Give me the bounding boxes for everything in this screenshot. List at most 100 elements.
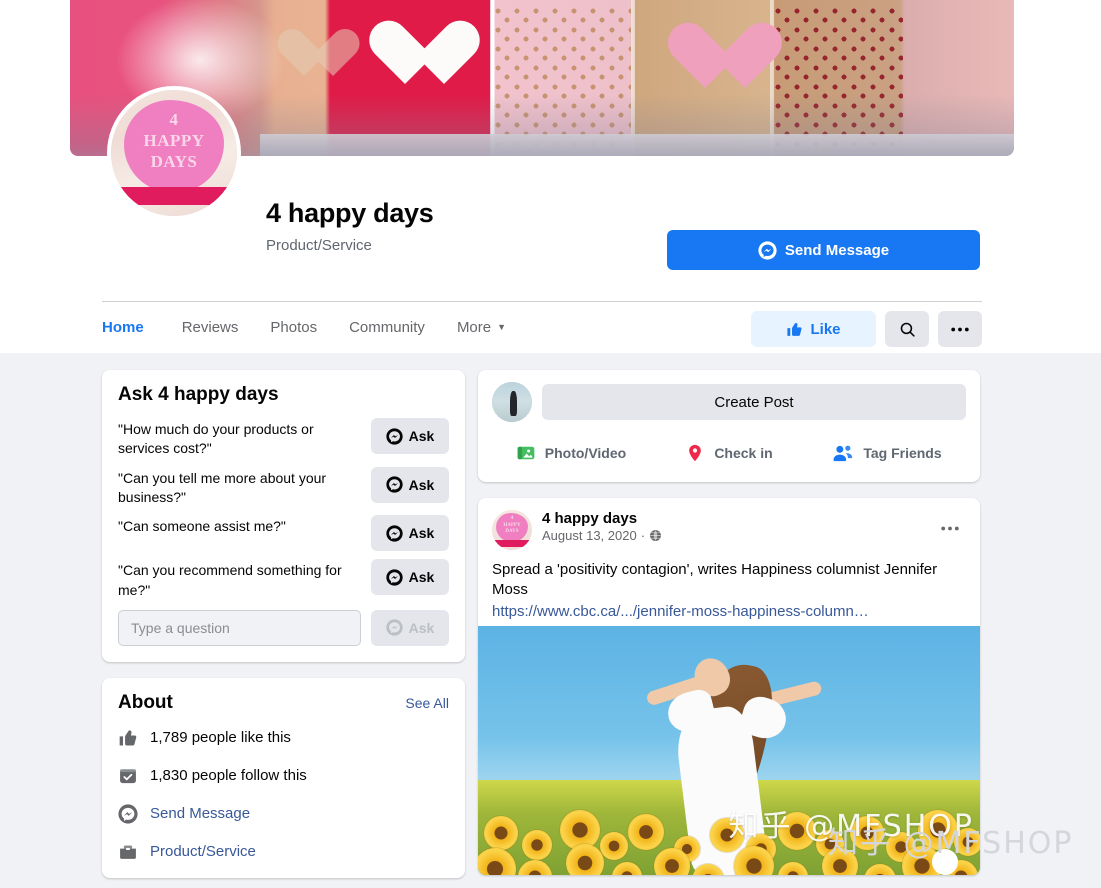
ask-question-text: "Can someone assist me?": [118, 518, 286, 535]
tab-photos[interactable]: Photos: [254, 302, 333, 352]
ask-question-row: "Can you recommend something for me?" As…: [118, 559, 449, 600]
chevron-down-icon: ▼: [497, 322, 507, 332]
profile-avatar-line2: HAPPY: [143, 130, 205, 150]
user-avatar[interactable]: [492, 382, 532, 422]
ask-question-row: "Can someone assist me?" Ask: [118, 515, 449, 552]
create-post-actions: Photo/Video Check in Tag Friends: [492, 434, 966, 472]
page-category: Product/Service: [266, 237, 372, 254]
sunflower-icon: [600, 831, 628, 860]
about-row-category[interactable]: Product/Service: [118, 842, 449, 862]
sunflower-icon: [566, 843, 604, 875]
right-column: Create Post Photo/Video Check in Tag Fri…: [478, 370, 980, 875]
header-actions: Like: [751, 311, 982, 347]
ask-question-row: "How much do your products or services c…: [118, 418, 449, 459]
page-tabs: Home Reviews Photos Community More ▼: [102, 302, 522, 606]
ask-submit-button[interactable]: Ask: [371, 609, 449, 646]
ask-question-input[interactable]: [118, 609, 361, 646]
tab-more-label: More: [456, 318, 492, 336]
sunflower-icon: [478, 847, 516, 875]
tab-home[interactable]: Home: [102, 302, 176, 606]
messenger-icon: [386, 569, 403, 586]
page-header: 4 HAPPY DAYS 4 happy days Product/Servic…: [0, 0, 1101, 606]
post-avatar-line3: DAYS: [505, 529, 519, 535]
search-button[interactable]: [885, 311, 929, 347]
about-row-likes: 1,789 people like this: [118, 728, 449, 748]
tag-friends-button[interactable]: Tag Friends: [808, 434, 966, 472]
ask-button-label: Ask: [408, 569, 435, 586]
ask-question-text: "Can you tell me more about your busines…: [118, 469, 327, 505]
ask-button-label: Ask: [408, 428, 435, 444]
tab-more[interactable]: More ▼: [441, 302, 522, 352]
about-category-link[interactable]: Product/Service: [150, 843, 256, 860]
ask-card-title: Ask 4 happy days: [118, 384, 279, 405]
messenger-icon: [758, 240, 777, 260]
about-card-title: About: [118, 691, 173, 713]
check-in-button[interactable]: Check in: [650, 434, 808, 472]
about-row-send-message[interactable]: Send Message: [118, 804, 449, 824]
about-row-follows: 1,830 people follow this: [118, 766, 449, 786]
page-title: 4 happy days: [266, 198, 434, 228]
post-card: 4 HAPPY DAYS 4 happy days August 13, 202…: [478, 498, 980, 875]
post-meta: August 13, 2020 ·: [542, 528, 662, 543]
photo-video-button[interactable]: Photo/Video: [492, 434, 650, 472]
about-see-all-link[interactable]: See All: [405, 695, 449, 711]
tag-friends-icon: [832, 443, 854, 463]
post-body: Spread a 'positivity contagion', writes …: [478, 550, 980, 626]
tab-photos-label: Photos: [270, 318, 318, 336]
post-options-button[interactable]: [934, 512, 966, 544]
ask-button-label: Ask: [408, 476, 435, 493]
ask-button-label: Ask: [408, 525, 435, 542]
ask-button[interactable]: Ask: [371, 515, 449, 552]
post-link[interactable]: https://www.cbc.ca/.../jennifer-moss-hap…: [492, 603, 966, 620]
photo-video-label: Photo/Video: [544, 445, 627, 461]
briefcase-icon: [118, 842, 138, 862]
post-text: Spread a 'positivity contagion', writes …: [492, 561, 938, 599]
ask-question-text: "How much do your products or services c…: [118, 421, 314, 457]
post-meta-separator: ·: [640, 528, 646, 543]
ask-button[interactable]: Ask: [371, 466, 449, 503]
messenger-icon: [386, 619, 403, 637]
about-send-message-link[interactable]: Send Message: [150, 805, 250, 822]
check-in-icon: [685, 443, 705, 463]
sunflower-icon: [612, 861, 642, 875]
check-in-label: Check in: [714, 445, 773, 461]
post-author-avatar-stripe: [492, 540, 532, 547]
send-message-button[interactable]: Send Message: [667, 230, 980, 270]
thumbs-up-icon: [786, 321, 803, 338]
messenger-icon: [386, 476, 403, 493]
ask-question-text: "Can you recommend something for me?": [118, 562, 342, 598]
globe-icon: [649, 529, 662, 542]
photo-video-icon: [516, 443, 536, 463]
messenger-icon: [386, 525, 403, 542]
profile-avatar-stripe: [111, 187, 237, 205]
page-more-options-button[interactable]: [938, 311, 982, 347]
tab-community[interactable]: Community: [333, 302, 441, 352]
user-avatar-figure: [509, 390, 517, 416]
like-button[interactable]: Like: [751, 311, 876, 347]
sunflower-icon: [778, 861, 808, 875]
about-follows-text: 1,830 people follow this: [150, 767, 307, 785]
follow-icon: [118, 766, 138, 786]
tab-reviews[interactable]: Reviews: [166, 302, 255, 352]
post-image[interactable]: 知乎 @MFSHOP: [478, 625, 980, 875]
post-image-bottom-dot: [932, 848, 958, 875]
profile-avatar-line3: DAYS: [150, 151, 198, 171]
thumbs-up-icon: [118, 728, 138, 748]
about-card-header: About See All: [118, 692, 449, 714]
post-image-watermark: 知乎 @MFSHOP: [728, 808, 974, 844]
search-icon: [899, 321, 916, 338]
post-author-name[interactable]: 4 happy days: [542, 510, 662, 527]
ask-button[interactable]: Ask: [371, 559, 449, 596]
profile-avatar-text: 4 HAPPY DAYS: [111, 110, 237, 172]
create-post-card: Create Post Photo/Video Check in Tag Fri…: [478, 370, 980, 482]
create-post-input[interactable]: Create Post: [542, 384, 966, 420]
profile-avatar[interactable]: 4 HAPPY DAYS: [107, 86, 241, 220]
post-author-avatar-text: 4 HAPPY DAYS: [492, 516, 532, 536]
tag-friends-label: Tag Friends: [863, 445, 942, 461]
ask-button[interactable]: Ask: [371, 418, 449, 454]
sunflower-icon: [692, 863, 724, 875]
post-author-avatar[interactable]: 4 HAPPY DAYS: [492, 510, 532, 550]
about-card: About See All 1,789 people like this 1,8…: [102, 677, 465, 878]
ask-card: Ask 4 happy days "How much do your produ…: [102, 370, 465, 662]
post-author-block: 4 happy days August 13, 2020 ·: [542, 510, 662, 543]
